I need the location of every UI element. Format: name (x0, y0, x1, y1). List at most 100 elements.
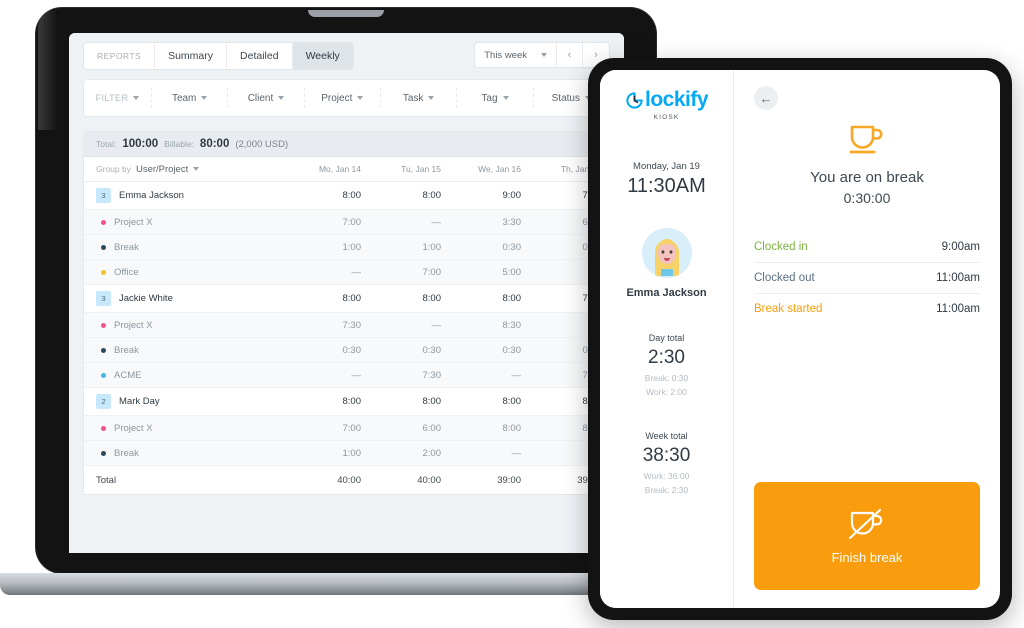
cell-value: 0:30 (502, 241, 522, 253)
cell-value: 3:30 (502, 216, 522, 228)
row-label-cell: Office (84, 267, 289, 278)
project-color-dot (101, 322, 106, 328)
week-total-break: Break: 2:30 (644, 485, 689, 495)
row-label-cell: Break (84, 345, 289, 356)
chevron-down-icon (201, 96, 208, 100)
clockify-web-app: REPORTS Summary Detailed Weekly This wee… (69, 33, 624, 553)
report-tabs: REPORTS Summary Detailed Weekly (83, 42, 354, 70)
cell-value: — (351, 369, 362, 381)
kiosk-date: Monday, Jan 19 (633, 161, 700, 172)
kiosk-time: 11:30AM (627, 175, 706, 197)
cell-value: 6:00 (422, 422, 442, 434)
event-clocked-in: Clocked in 9:00am (754, 232, 980, 263)
filter-team[interactable]: Team (152, 88, 229, 108)
chevron-down-icon (428, 96, 435, 100)
cell-value: 8:00 (502, 396, 522, 407)
row-name: Project X (114, 422, 153, 434)
table-row: 2Mark Day8:008:008:008:00 (84, 388, 609, 416)
laptop-hinge-notch (308, 10, 384, 17)
filter-team-label: Team (171, 92, 197, 104)
filter-status-label: Status (551, 92, 580, 104)
table-row: Project X7:30—8:30— (84, 313, 609, 338)
table-row: ACME—7:30—7:00 (84, 363, 609, 388)
table-row: Project X7:00—3:306:30 (84, 210, 609, 235)
tab-reports-label: REPORTS (84, 43, 156, 69)
project-color-dot (101, 269, 106, 275)
table-row: 3Emma Jackson8:008:009:007:00 (84, 182, 609, 210)
cell-value: 8:30 (502, 319, 522, 331)
filter-client[interactable]: Client (228, 88, 305, 108)
row-label-cell: 2 Mark Day (84, 394, 289, 409)
cell-value: 7:00 (342, 216, 362, 228)
prev-week-button[interactable]: ‹ (557, 43, 583, 67)
cell-value: — (511, 447, 522, 459)
total-label: Total: (96, 139, 117, 149)
project-color-dot (101, 244, 106, 250)
cell-value: 40:00 (417, 474, 441, 486)
filter-tag[interactable]: Tag (457, 88, 534, 108)
table-row: 3Jackie White8:008:008:007:30 (84, 285, 609, 313)
cell-value: 8:00 (502, 422, 522, 434)
table-row: Break1:001:000:300:30 (84, 235, 609, 260)
filter-tag-label: Tag (481, 92, 498, 104)
cell-value: 7:00 (342, 422, 362, 434)
row-label-cell: Project X (84, 423, 289, 434)
filter-project-label: Project (321, 92, 353, 104)
table-row: Break1:002:00—— (84, 441, 609, 466)
filter-task-label: Task (402, 92, 424, 104)
cell-value: — (431, 319, 442, 331)
table-row: Project X7:006:008:008:00 (84, 416, 609, 441)
filter-label-text: FILTER (95, 93, 129, 103)
cell-value: 8:00 (342, 293, 362, 304)
cell-value: — (511, 369, 522, 381)
billable-amount: (2,000 USD) (235, 138, 289, 150)
column-header-2: We, Jan 16 (478, 164, 521, 174)
filter-bar: FILTER Team Client Project Task Tag Stat… (83, 79, 610, 117)
column-header-1: Tu, Jan 15 (401, 164, 441, 174)
tab-weekly[interactable]: Weekly (292, 43, 353, 69)
clockify-logo: lockify (625, 88, 709, 112)
coffee-cup-crossed-icon (848, 508, 883, 539)
kiosk-sidebar: lockify KIOSK Monday, Jan 19 11:30AM Emm… (600, 70, 734, 608)
chevron-down-icon (193, 167, 200, 171)
filter-project[interactable]: Project (305, 88, 381, 108)
back-button[interactable]: ← (754, 86, 778, 110)
avatar-illustration (641, 228, 692, 278)
tab-detailed[interactable]: Detailed (227, 43, 293, 69)
tablet-device: lockify KIOSK Monday, Jan 19 11:30AM Emm… (588, 58, 1012, 620)
event-clocked-out-label: Clocked out (754, 272, 815, 284)
chevron-down-icon (133, 96, 140, 100)
table-row: Office—7:005:00— (84, 260, 609, 285)
week-total-value: 38:30 (642, 445, 691, 466)
row-label-cell: ACME (84, 370, 289, 381)
event-break-started-label: Break started (754, 303, 823, 315)
filter-task[interactable]: Task (381, 88, 458, 108)
clock-events-list: Clocked in 9:00am Clocked out 11:00am Br… (754, 232, 980, 324)
entry-count-badge: 3 (96, 188, 111, 203)
cell-value: — (431, 216, 442, 228)
table-header-row: Group by User/Project Mo, Jan 14 Tu, Jan… (84, 157, 609, 182)
finish-break-button[interactable]: Finish break (754, 482, 980, 590)
week-picker-value[interactable]: This week (475, 43, 557, 67)
clockify-logo-text: lockify (644, 88, 709, 111)
cell-value: 40:00 (337, 474, 361, 486)
day-total-break: Break: 0:30 (644, 373, 689, 383)
cell-value: 9:00 (502, 190, 522, 201)
row-name: Break (114, 241, 139, 253)
kiosk-user-name: Emma Jackson (626, 287, 707, 299)
group-by-control[interactable]: Group by User/Project (84, 164, 289, 175)
day-total-block: Day total 2:30 Break: 0:30 Work: 2:00 (645, 333, 688, 397)
cell-value: 0:30 (422, 344, 442, 356)
table-row: Total40:0040:0039:0039:30 (84, 466, 609, 494)
cell-value: 1:00 (422, 241, 442, 253)
cell-value: 2:00 (422, 447, 442, 459)
day-total-work: Work: 2:00 (646, 387, 687, 397)
kiosk-main-panel: ← You are on break 0:30:00 Clocked in 9:… (734, 70, 1000, 608)
cell-value: 7:30 (342, 319, 362, 331)
tab-summary[interactable]: Summary (155, 43, 228, 69)
row-name: Office (114, 266, 139, 278)
clockify-clock-icon (626, 91, 643, 109)
row-label-cell: 3 Emma Jackson (84, 188, 289, 203)
project-color-dot (101, 450, 106, 456)
laptop-screen: REPORTS Summary Detailed Weekly This wee… (69, 33, 624, 553)
